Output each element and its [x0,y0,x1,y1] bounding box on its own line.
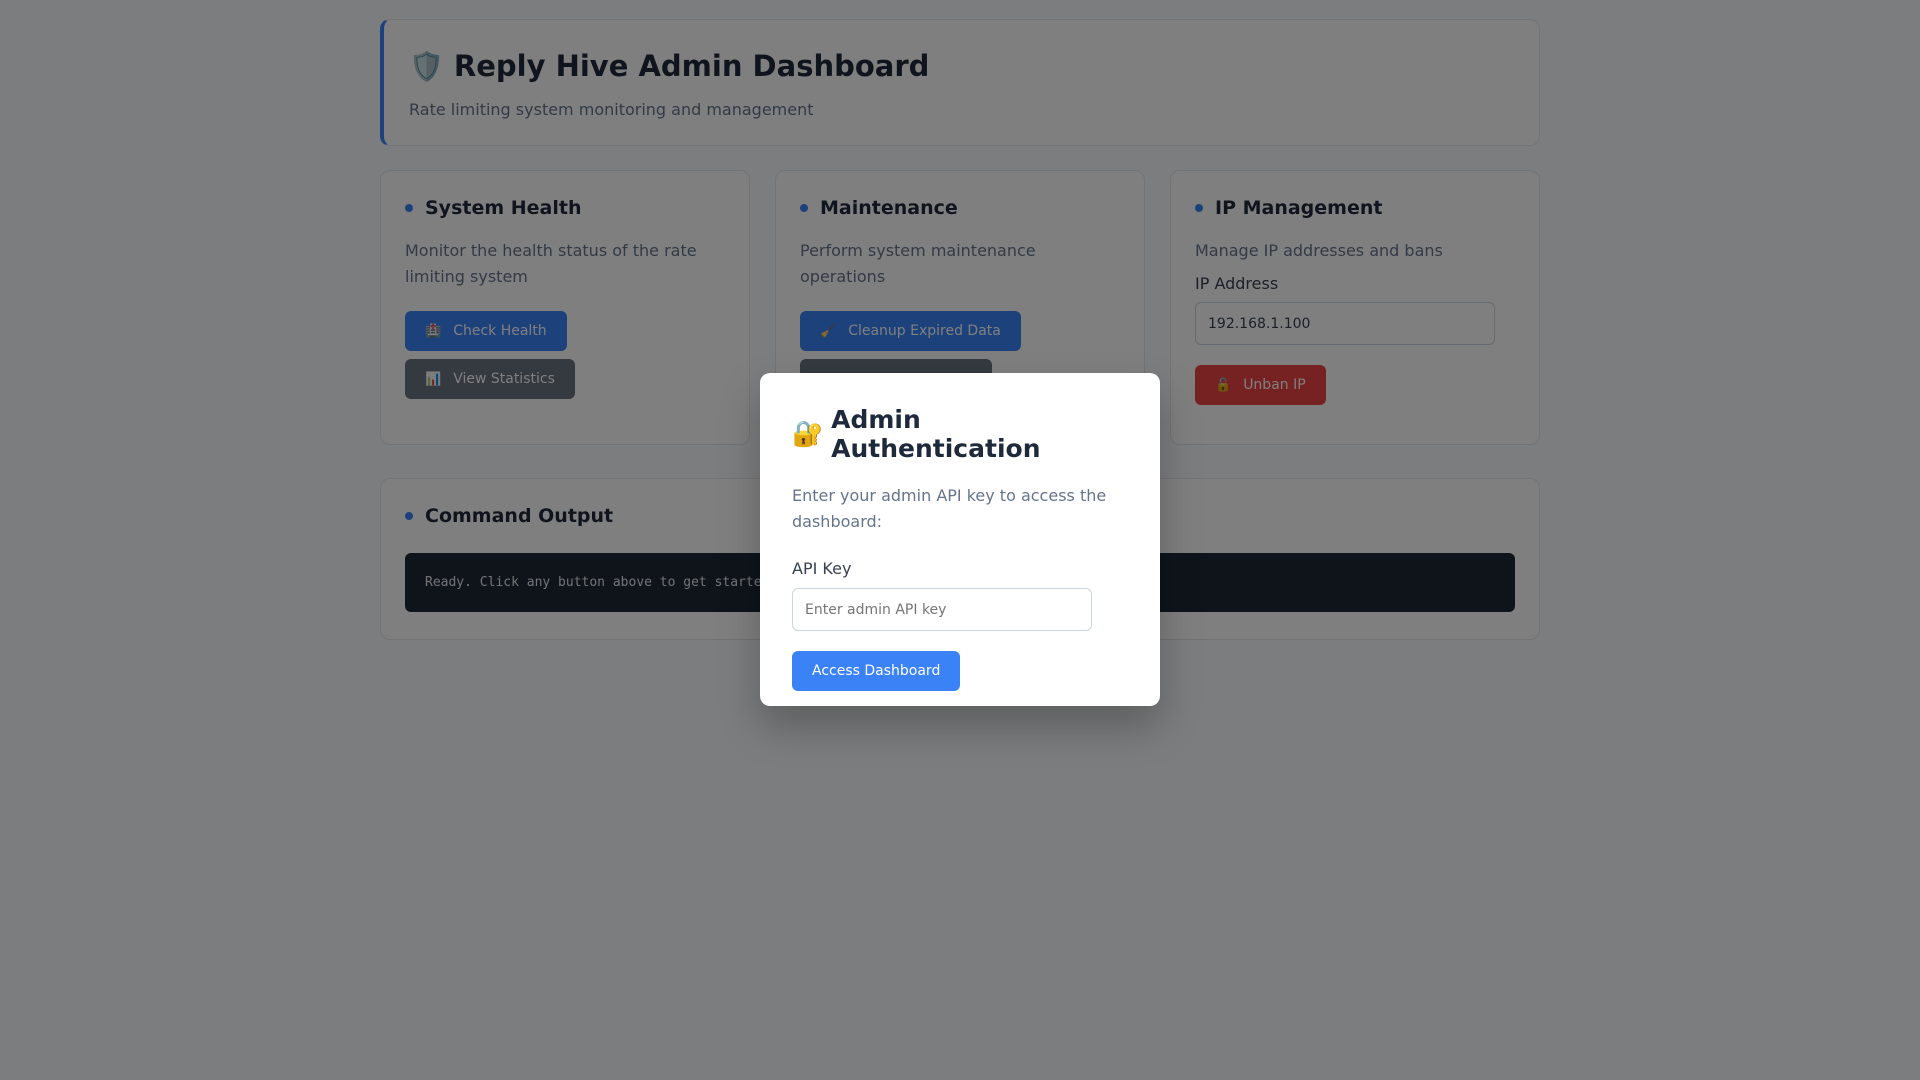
modal-title-text: Admin Authentication [831,405,1041,463]
modal-description: Enter your admin API key to access the d… [792,486,1107,531]
modal-title: 🔐 Admin Authentication [792,405,1128,463]
access-dashboard-button[interactable]: Access Dashboard [792,651,961,691]
admin-auth-modal: 🔐 Admin Authentication Enter your admin … [760,373,1160,706]
api-key-input[interactable] [792,588,1092,631]
admin-dashboard-page: 🛡️ Reply Hive Admin Dashboard Rate limit… [0,0,1920,1080]
lock-key-icon: 🔐 [792,419,824,448]
api-key-label: API Key [792,559,852,578]
